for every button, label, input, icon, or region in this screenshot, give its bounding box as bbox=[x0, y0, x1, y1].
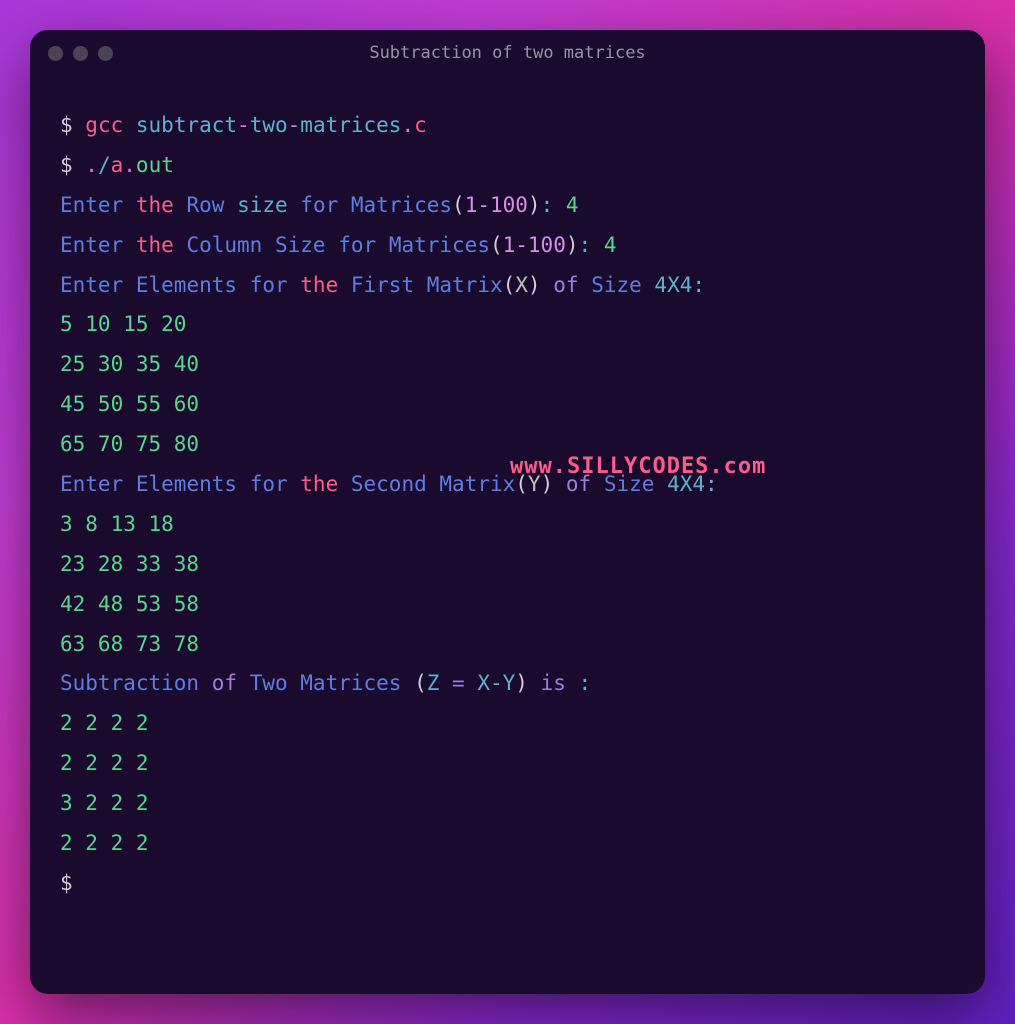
terminal-line: Enter Elements for the First Matrix(X) o… bbox=[60, 266, 955, 306]
matrix-row: 25 30 35 40 bbox=[60, 345, 955, 385]
terminal-line: Enter the Row size for Matrices(1-100): … bbox=[60, 186, 955, 226]
window-title: Subtraction of two matrices bbox=[369, 43, 645, 63]
matrix-row: 45 50 55 60 bbox=[60, 385, 955, 425]
terminal-line: Subtraction of Two Matrices (Z = X-Y) is… bbox=[60, 664, 955, 704]
matrix-row: 65 70 75 80 bbox=[60, 425, 955, 465]
watermark: www.SILLYCODES.com bbox=[510, 446, 766, 488]
matrix-row: 63 68 73 78 bbox=[60, 625, 955, 665]
result-row: 2 2 2 2 bbox=[60, 704, 955, 744]
prompt: $ bbox=[60, 153, 85, 177]
result-row: 2 2 2 2 bbox=[60, 744, 955, 784]
result-row: 2 2 2 2 bbox=[60, 824, 955, 864]
command: gcc bbox=[85, 113, 123, 137]
prompt: $ bbox=[60, 113, 85, 137]
close-icon[interactable] bbox=[48, 46, 63, 61]
traffic-lights bbox=[48, 46, 113, 61]
terminal-window: Subtraction of two matrices www.SILLYCOD… bbox=[30, 30, 985, 994]
terminal-line: $ ./a.out bbox=[60, 146, 955, 186]
terminal-body[interactable]: www.SILLYCODES.com $ gcc subtract-two-ma… bbox=[30, 76, 985, 994]
matrix-row: 23 28 33 38 bbox=[60, 545, 955, 585]
minimize-icon[interactable] bbox=[73, 46, 88, 61]
prompt: $ bbox=[60, 871, 73, 895]
matrix-row: 42 48 53 58 bbox=[60, 585, 955, 625]
matrix-row: 3 8 13 18 bbox=[60, 505, 955, 545]
terminal-line: Enter the Column Size for Matrices(1-100… bbox=[60, 226, 955, 266]
terminal-line: $ gcc subtract-two-matrices.c bbox=[60, 106, 955, 146]
matrix-row: 5 10 15 20 bbox=[60, 305, 955, 345]
title-bar: Subtraction of two matrices bbox=[30, 30, 985, 76]
maximize-icon[interactable] bbox=[98, 46, 113, 61]
terminal-line: Enter Elements for the Second Matrix(Y) … bbox=[60, 465, 955, 505]
terminal-line: $ bbox=[60, 864, 955, 904]
result-row: 3 2 2 2 bbox=[60, 784, 955, 824]
